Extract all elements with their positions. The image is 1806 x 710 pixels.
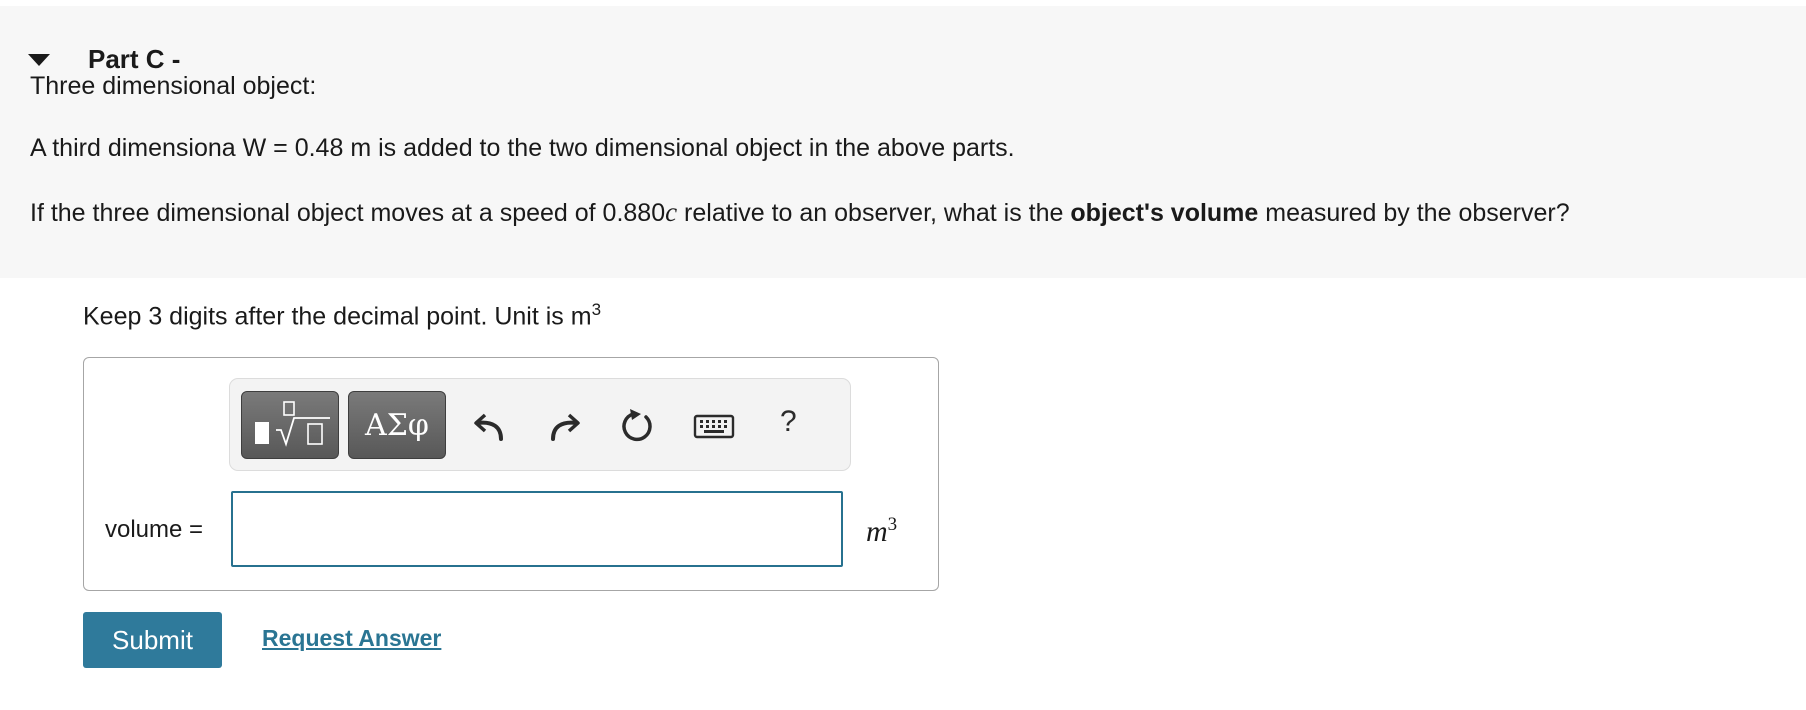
speed-of-light-symbol: c (665, 197, 678, 227)
volume-label: volume = (105, 516, 204, 543)
question-line-2-part-a: If the three dimensional object moves at… (30, 199, 666, 227)
request-answer-link[interactable]: Request Answer (262, 625, 441, 652)
symbols-button[interactable]: ΑΣφ (348, 391, 446, 459)
undo-icon[interactable] (471, 407, 509, 445)
part-heading[interactable]: Part C - (28, 44, 180, 75)
answer-box: ΑΣφ ? volume = m3 (83, 357, 939, 591)
page: Part C - Three dimensional object: A thi… (0, 0, 1806, 710)
volume-answer-input[interactable] (231, 491, 843, 567)
reset-icon[interactable] (619, 407, 657, 445)
question-line-2-part-b: relative to an observer, what is the (677, 199, 1071, 227)
unit-symbol: m (866, 515, 888, 548)
redo-icon[interactable] (545, 407, 583, 445)
unit-label: m3 (866, 514, 897, 549)
caret-down-icon[interactable] (28, 53, 50, 66)
answer-instructions: Keep 3 digits after the decimal point. U… (83, 300, 601, 331)
keyboard-icon[interactable] (692, 407, 736, 445)
question-emphasis: object's volume (1070, 199, 1259, 227)
fraction-sqrt-templates-icon (255, 401, 330, 447)
question-panel: Part C - Three dimensional object: A thi… (0, 6, 1806, 278)
unit-exponent: 3 (887, 514, 898, 535)
submit-button[interactable]: Submit (83, 612, 222, 668)
symbols-label: ΑΣφ (365, 407, 429, 443)
templates-button[interactable] (241, 391, 339, 459)
question-line-2: If the three dimensional object moves at… (30, 197, 1570, 228)
help-button[interactable]: ? (780, 405, 797, 439)
math-toolbar: ΑΣφ ? (229, 378, 851, 471)
part-title: Part C - (88, 44, 181, 74)
question-subtitle: Three dimensional object: (30, 72, 317, 100)
question-line-1: A third dimensiona W = 0.48 m is added t… (30, 134, 1015, 162)
instructions-text: Keep 3 digits after the decimal point. U… (83, 302, 592, 331)
instructions-unit-exponent: 3 (591, 300, 602, 319)
question-line-2-part-c: measured by the observer? (1258, 199, 1570, 227)
